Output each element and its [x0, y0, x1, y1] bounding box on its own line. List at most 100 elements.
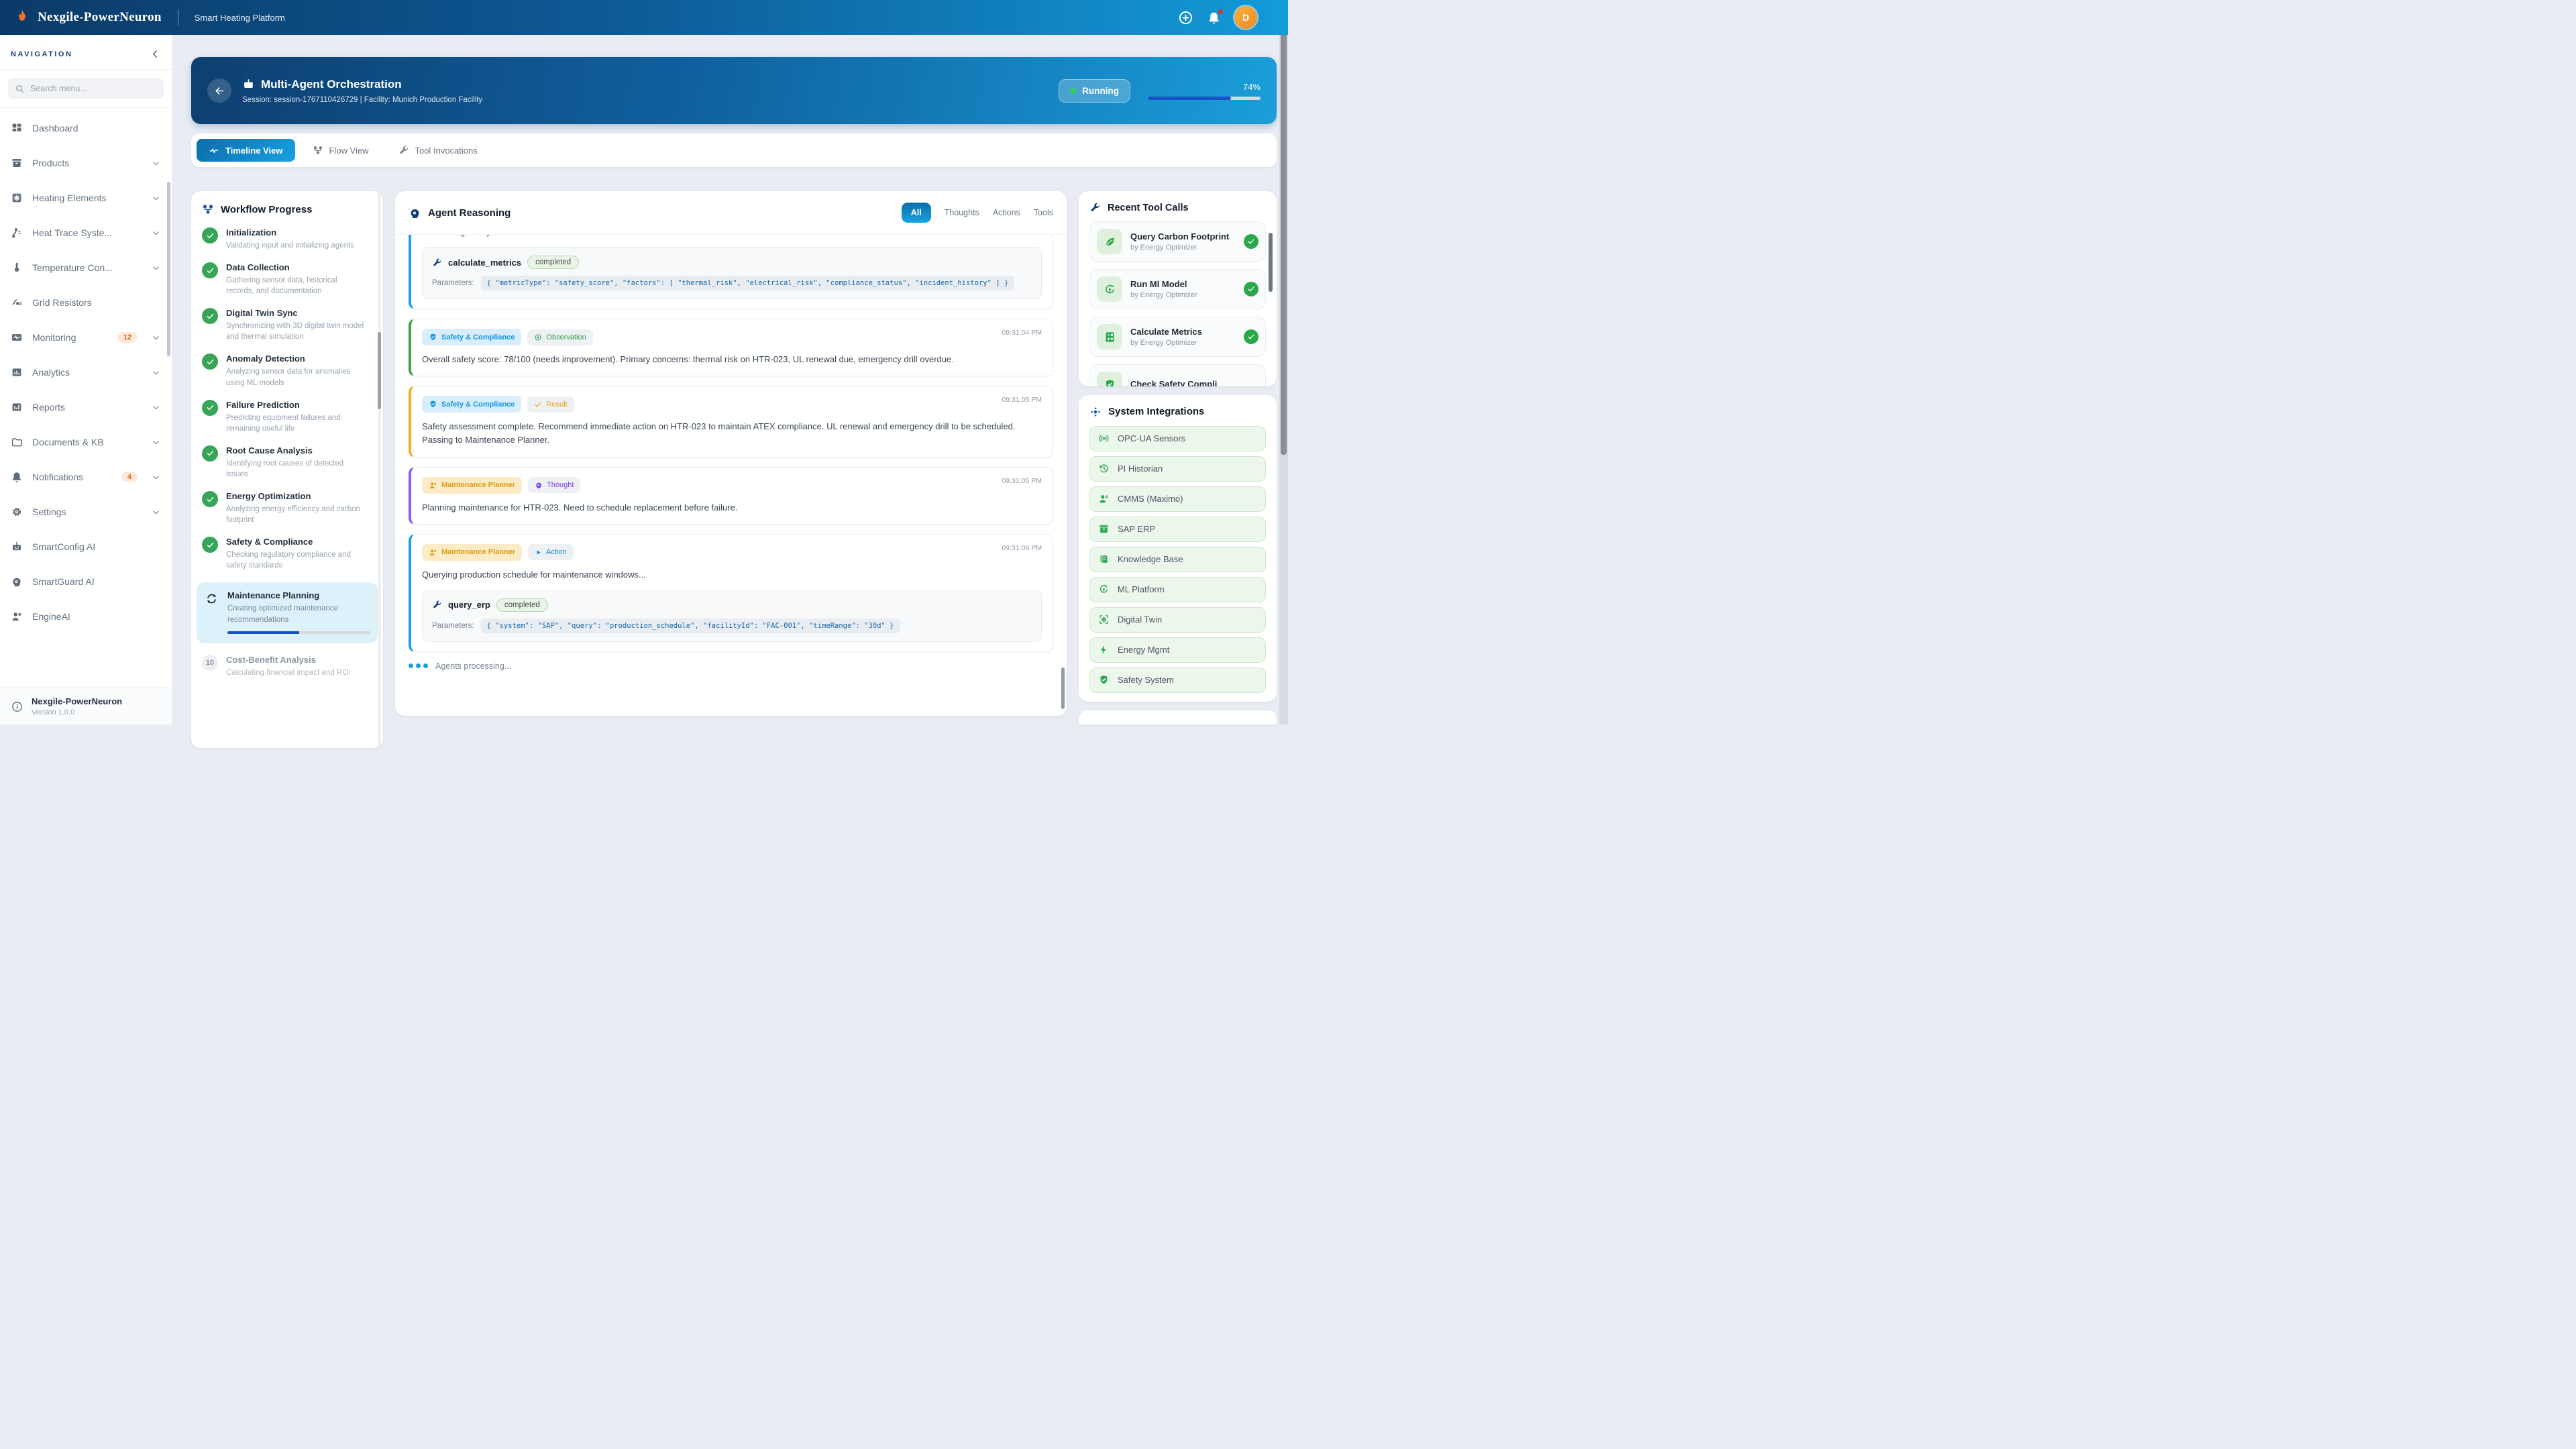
check-circle-icon — [1244, 282, 1258, 297]
sidebar-item-heat-trace-systems[interactable]: Heat Trace Syste... — [0, 215, 172, 250]
sidebar-item-grid-resistors[interactable]: Grid Resistors — [0, 285, 172, 320]
workflow-scrollbar[interactable] — [378, 332, 381, 409]
user-avatar[interactable]: D — [1234, 6, 1257, 29]
notification-dot — [1218, 9, 1223, 14]
engineer-icon — [11, 610, 23, 623]
integration-label: SAP ERP — [1118, 524, 1155, 534]
step-title: Failure Prediction — [226, 400, 366, 410]
sidebar-item-reports[interactable]: Reports — [0, 390, 172, 425]
sidebar-item-notifications[interactable]: Notifications 4 — [0, 460, 172, 494]
tab-tool-invocations[interactable]: Tool Invocations — [386, 139, 490, 162]
report-chart-icon — [11, 401, 23, 413]
add-button[interactable] — [1178, 10, 1193, 25]
check-circle-icon — [202, 354, 218, 370]
tool-call-item[interactable]: Check Safety Compli — [1089, 364, 1266, 386]
flow-icon — [313, 145, 323, 156]
progress-percent: 74% — [1148, 82, 1260, 92]
brand-name: Nexgile-PowerNeuron — [38, 10, 162, 25]
tab-timeline-view[interactable]: Timeline View — [197, 139, 295, 162]
sidebar-item-label: Documents & KB — [32, 437, 142, 447]
sidebar-item-products[interactable]: Products — [0, 146, 172, 180]
sidebar-item-dashboard[interactable]: Dashboard — [0, 111, 172, 146]
agent-badge: Safety & Compliance — [422, 396, 521, 413]
shield-check-icon — [1098, 674, 1110, 686]
agent-name: Maintenance Planner — [441, 548, 515, 556]
tool-call-item[interactable]: Query Carbon Footprint by Energy Optimiz… — [1089, 221, 1266, 262]
sidebar-item-smartconfig-ai[interactable]: SmartConfig AI — [0, 529, 172, 564]
sidebar-item-documents-kb[interactable]: Documents & KB — [0, 425, 172, 460]
event-type-badge: Observation — [527, 329, 592, 345]
progress-bar — [1148, 97, 1260, 100]
sidebar-item-analytics[interactable]: Analytics — [0, 355, 172, 390]
workflow-icon — [202, 203, 214, 215]
sidebar-item-label: Notifications — [32, 472, 112, 482]
tool-call-agent: by Energy Optimizer — [1130, 339, 1202, 347]
sidebar-collapse-button[interactable] — [150, 48, 161, 60]
chevron-down-icon — [151, 437, 161, 447]
reasoning-filters: All Thoughts Actions Tools — [902, 203, 1053, 223]
filter-all[interactable]: All — [902, 203, 931, 223]
sidebar-item-smartguard-ai[interactable]: SmartGuard AI — [0, 564, 172, 599]
reasoning-timeline: Generating safety recommendations... cal… — [395, 235, 1067, 716]
tool-calls-scrollbar[interactable] — [1269, 233, 1273, 292]
event-type-badge: Action — [528, 544, 574, 560]
sidebar-scrollbar[interactable] — [167, 182, 170, 356]
chevron-down-icon — [151, 263, 161, 273]
notifications-bell-icon[interactable] — [1207, 11, 1221, 25]
params-code: { "system": "SAP", "query": "production_… — [481, 619, 900, 633]
sidebar-search[interactable] — [8, 78, 164, 99]
reasoning-scrollbar[interactable] — [1061, 667, 1065, 709]
integration-label: Energy Mgmt — [1118, 645, 1169, 655]
step-desc: Checking regulatory compliance and safet… — [226, 549, 366, 571]
tool-call-agent: by Energy Optimizer — [1130, 291, 1197, 299]
search-input[interactable] — [30, 84, 157, 93]
activity-icon — [209, 145, 219, 156]
reasoning-event: Generating safety recommendations... cal… — [409, 235, 1053, 309]
wrench-icon — [1089, 202, 1101, 213]
status-badge: Running — [1059, 79, 1130, 103]
step-title: Root Cause Analysis — [226, 445, 366, 455]
step-desc: Predicting equipment failures and remain… — [226, 413, 366, 434]
integration-label: OPC-UA Sensors — [1118, 433, 1185, 443]
workflow-progress-panel: Workflow Progress Initialization Validat… — [191, 191, 383, 748]
sidebar-item-engineai[interactable]: EngineAI — [0, 599, 172, 634]
agent-badge: Maintenance Planner — [422, 477, 522, 494]
check-circle-icon — [202, 537, 218, 553]
step-desc: Analyzing sensor data for anomalies usin… — [226, 366, 366, 388]
book-icon — [1098, 553, 1110, 565]
sidebar-item-settings[interactable]: Settings — [0, 494, 172, 529]
thermometer-icon — [11, 262, 23, 274]
tab-flow-view[interactable]: Flow View — [301, 139, 381, 162]
tool-invocation: query_erp completed Parameters: { "syste… — [422, 590, 1042, 642]
reasoning-event: Maintenance Planner Thought 09:31:05 PM … — [409, 467, 1053, 525]
tool-call-item[interactable]: Run Ml Model by Energy Optimizer — [1089, 269, 1266, 309]
tool-call-name: Query Carbon Footprint — [1130, 231, 1229, 242]
event-text: Generating safety recommendations... — [422, 235, 1042, 239]
info-icon — [11, 700, 23, 713]
top-app-bar: Nexgile-PowerNeuron Smart Heating Platfo… — [0, 0, 1288, 35]
back-button[interactable] — [207, 78, 231, 103]
sidebar-item-temperature-control[interactable]: Temperature Con... — [0, 250, 172, 285]
page-scrollbar[interactable] — [1281, 1, 1287, 455]
sidebar-item-label: Dashboard — [32, 123, 161, 133]
tool-call-item[interactable]: Calculate Metrics by Energy Optimizer — [1089, 317, 1266, 357]
sidebar-section-label: NAVIGATION — [11, 50, 72, 58]
robot-icon — [242, 78, 255, 91]
check-circle-icon — [1244, 329, 1258, 344]
sidebar-item-label: Heating Elements — [32, 193, 142, 203]
filter-tools[interactable]: Tools — [1034, 208, 1053, 217]
check-circle-icon — [1244, 234, 1258, 249]
main-content: Multi-Agent Orchestration Session: sessi… — [191, 35, 1277, 724]
panel-title: Workflow Progress — [221, 204, 312, 215]
sidebar-item-label: EngineAI — [32, 611, 161, 622]
sidebar-item-label: Heat Trace Syste... — [32, 227, 142, 238]
workflow-step-pending: 10 Cost-Benefit Analysis Calculating fin… — [202, 655, 372, 678]
reasoning-event: Safety & Compliance Observation 09:31:04… — [409, 319, 1053, 376]
filter-actions[interactable]: Actions — [993, 208, 1020, 217]
sidebar-item-monitoring[interactable]: Monitoring 12 — [0, 320, 172, 355]
step-desc: Calculating financial impact and ROI — [226, 667, 350, 678]
filter-thoughts[interactable]: Thoughts — [945, 208, 979, 217]
integration-pi-historian: PI Historian — [1089, 456, 1266, 482]
sidebar-item-heating-elements[interactable]: Heating Elements — [0, 180, 172, 215]
wrench-icon — [398, 145, 409, 156]
